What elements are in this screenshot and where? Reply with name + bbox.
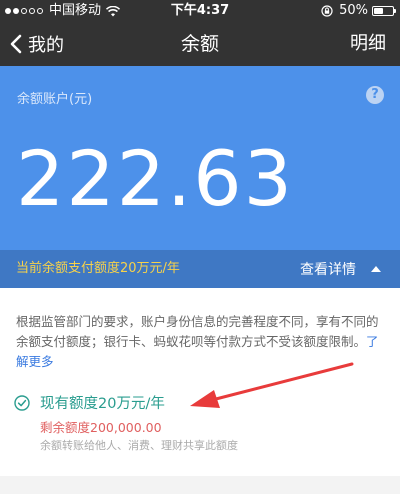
battery-fill — [374, 8, 383, 14]
check-circle-icon — [14, 394, 30, 411]
screen: 中国移动 下午4:37 50% 我的 余额 明细 余额账户(元) ? 222.6… — [0, 0, 400, 494]
battery-percent: 50% — [339, 3, 368, 18]
usage-note: 余额转账给他人、消费、理财共享此额度 — [40, 439, 238, 452]
chevron-left-icon — [10, 34, 22, 54]
battery-nub — [394, 9, 396, 13]
detail-button[interactable]: 明细 — [350, 22, 386, 66]
status-right: 50% — [321, 0, 396, 22]
view-details-label: 查看详情 — [300, 262, 356, 278]
view-details-button[interactable]: 查看详情 — [300, 250, 382, 288]
account-label: 余额账户(元) — [17, 92, 93, 107]
quota-text: 当前余额支付额度20万元/年 — [16, 261, 180, 276]
caret-up-icon — [371, 266, 381, 272]
current-quota: 现有额度20万元/年 — [40, 396, 165, 412]
quota-strip: 当前余额支付额度20万元/年 查看详情 — [0, 250, 400, 288]
bottom-spacer — [0, 476, 400, 494]
back-label: 我的 — [28, 35, 64, 56]
annotation-arrow-icon — [190, 362, 354, 408]
balance-panel: 余额账户(元) ? 222.63 — [0, 66, 400, 250]
back-button[interactable]: 我的 — [10, 22, 64, 66]
battery-icon — [372, 6, 396, 16]
remaining-quota: 剩余额度200,000.00 — [40, 420, 162, 435]
question-mark-icon[interactable]: ? — [366, 86, 384, 104]
policy-body: 根据监管部门的要求，账户身份信息的完善程度不同，享有不同的余额支付额度；银行卡、… — [16, 314, 379, 349]
status-bar: 中国移动 下午4:37 50% — [0, 0, 400, 22]
balance-amount: 222.63 — [16, 134, 294, 223]
rotation-lock-icon — [321, 5, 333, 17]
nav-bar: 我的 余额 明细 — [0, 22, 400, 66]
current-quota-row: 现有额度20万元/年 — [14, 392, 165, 413]
